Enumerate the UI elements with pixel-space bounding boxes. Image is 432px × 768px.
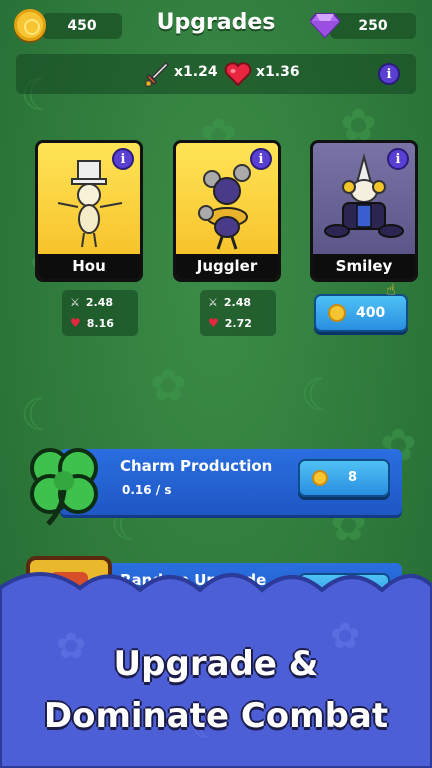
upgrade-row-charm-production: Charm Production 0.16 / s 8	[60, 449, 402, 515]
coin-counter: 450	[42, 13, 122, 39]
hero-attack: 2.48	[85, 296, 114, 309]
hero-info-button[interactable]: i	[250, 148, 272, 170]
heart-icon: ♥	[208, 316, 219, 330]
pointer-hand-icon: ☝	[386, 280, 396, 299]
multiplier-info-button[interactable]: i	[378, 63, 400, 85]
coin-icon	[312, 470, 328, 486]
upgrade-buy-button[interactable]: 8	[298, 459, 390, 497]
gem-amount: 250	[358, 18, 388, 34]
hero-card-juggler[interactable]: i Juggler	[173, 140, 281, 282]
coin-amount: 450	[67, 18, 97, 34]
coin-icon	[328, 304, 346, 322]
attack-multiplier: x1.24	[174, 64, 218, 80]
hero-stats-hou: ⚔ 2.48 ♥ 8.16	[62, 290, 138, 336]
clover-icon	[30, 448, 98, 526]
upgrade-name: Charm Production	[120, 457, 273, 475]
heart-icon	[224, 62, 252, 86]
gem-counter: 250	[330, 13, 416, 39]
hero-info-button[interactable]: i	[387, 148, 409, 170]
health-multiplier: x1.36	[256, 64, 300, 80]
hero-name: Smiley	[313, 254, 415, 279]
multiplier-bar: x1.24 x1.36 i	[16, 54, 416, 94]
unlock-hero-button[interactable]: 400 ☝	[314, 280, 408, 332]
page-title: Upgrades	[156, 10, 276, 35]
upgrade-rate: 0.16 / s	[122, 483, 172, 497]
upgrade-cost: 8	[348, 470, 358, 485]
hero-health: 2.72	[224, 316, 252, 330]
promo-line-1: Upgrade &	[113, 644, 319, 684]
unlock-cost: 400	[356, 305, 386, 321]
heart-icon: ♥	[70, 316, 81, 330]
hero-stats-juggler: ⚔ 2.48 ♥ 2.72	[200, 290, 276, 336]
hero-name: Hou	[38, 254, 140, 279]
sword-icon	[145, 61, 170, 87]
hero-card-hou[interactable]: i Hou	[35, 140, 143, 282]
promo-line-2: Dominate Combat	[43, 696, 389, 736]
gem-icon	[310, 13, 340, 38]
hero-attack: 2.48	[223, 296, 252, 309]
promo-banner: ✿ ✿ ☾ Upgrade & Dominate Combat	[0, 568, 432, 768]
coin-icon	[14, 9, 46, 41]
sword-icon: ⚔	[208, 296, 218, 309]
hero-card-smiley[interactable]: i Smiley	[310, 140, 418, 282]
hero-info-button[interactable]: i	[112, 148, 134, 170]
sword-icon: ⚔	[70, 296, 80, 309]
top-bar: 450 Upgrades 250	[0, 0, 432, 50]
hero-health: 8.16	[86, 316, 114, 330]
hero-name: Juggler	[176, 254, 278, 279]
